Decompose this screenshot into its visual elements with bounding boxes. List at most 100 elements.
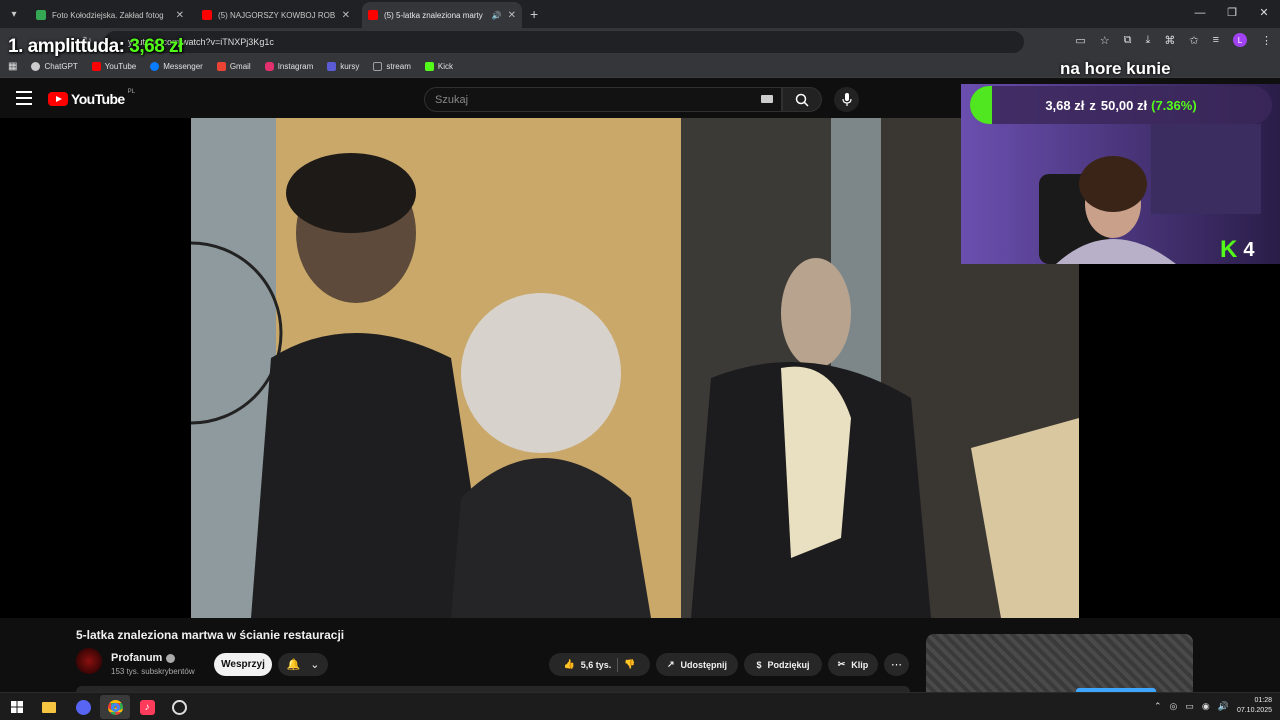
- clock-time: 01:28: [1254, 697, 1272, 704]
- share-icon: ↗: [666, 659, 675, 669]
- video-title: 5-latka znaleziona martwa w ścianie rest…: [76, 628, 345, 642]
- goal-target: 50,00 zł: [1100, 97, 1148, 113]
- profile-avatar[interactable]: L: [1233, 33, 1247, 47]
- thanks-button[interactable]: $ Podziękuj: [744, 653, 822, 676]
- music-icon: ♪: [139, 699, 155, 715]
- notion-icon: [327, 62, 337, 71]
- thanks-icon: $: [756, 659, 762, 670]
- thanks-label: Podziękuj: [767, 659, 810, 670]
- bookmark-kick[interactable]: Kick: [424, 62, 453, 71]
- kick-viewer-count: K 4: [1220, 236, 1254, 264]
- speaker-icon[interactable]: 🔊: [492, 11, 502, 20]
- taskbar-chrome[interactable]: [100, 695, 130, 719]
- browser-toolbar: ▭ ☆ ⧉ ⤓ ⌘ ✩ ≡ L ⋮: [1075, 33, 1272, 47]
- windows-icon: [11, 701, 23, 713]
- bookmark-youtube[interactable]: YouTube: [91, 62, 136, 71]
- verified-icon: [166, 653, 176, 663]
- keyboard-icon[interactable]: [761, 95, 773, 103]
- taskbar-file-explorer[interactable]: [34, 695, 64, 719]
- thumbs-up-icon: 👍: [563, 659, 575, 669]
- maps-icon: [36, 10, 46, 20]
- bookmark-stream[interactable]: stream: [373, 62, 411, 71]
- thumbs-down-icon[interactable]: 👎: [624, 659, 635, 670]
- scissors-icon: ✂: [837, 659, 846, 669]
- windows-taskbar: ♪ ⌃ ◎ ▭ ◉ 🔊 01:28 07.10.2025: [0, 692, 1280, 720]
- download-icon[interactable]: ⤓: [1145, 34, 1150, 47]
- close-icon[interactable]: ✕: [176, 10, 184, 21]
- sidebar-ad[interactable]: [926, 634, 1193, 694]
- search-button[interactable]: [782, 87, 822, 112]
- minimize-button[interactable]: —: [1184, 0, 1216, 28]
- bookmark-instagram[interactable]: Instagram: [264, 62, 313, 71]
- close-window-button[interactable]: ✕: [1248, 0, 1280, 28]
- clip-button[interactable]: ✂ Klip: [828, 653, 878, 676]
- kick-icon: [424, 62, 434, 71]
- menu-icon[interactable]: ⋮: [1261, 34, 1272, 47]
- chevron-up-icon[interactable]: ⌃: [1154, 701, 1162, 712]
- notifications-button[interactable]: 🔔 ⌄: [278, 653, 328, 676]
- restore-button[interactable]: ❐: [1216, 0, 1248, 28]
- more-actions-button[interactable]: ⋯: [884, 653, 909, 676]
- overlay-caption: na hore kunie: [1060, 59, 1171, 78]
- donation-goal-bar: 3,68 zł z 50,00 zł (7.36%): [970, 86, 1272, 124]
- youtube-logo[interactable]: YouTube PL: [48, 89, 135, 107]
- search-icon: [795, 93, 809, 107]
- folder-icon: [373, 62, 383, 71]
- screen: ▾ Foto Kołodziejska. Zakład fotog ✕ (5) …: [0, 0, 1280, 720]
- steam-icon[interactable]: ◎: [1170, 701, 1178, 712]
- volume-icon[interactable]: 🔊: [1218, 701, 1229, 712]
- start-button[interactable]: [2, 695, 32, 719]
- bookmark-gmail[interactable]: Gmail: [216, 62, 251, 71]
- clock[interactable]: 01:28 07.10.2025: [1237, 696, 1272, 716]
- bookmark-chatgpt[interactable]: ChatGPT: [31, 62, 78, 71]
- taskbar-discord[interactable]: [68, 695, 98, 719]
- search-placeholder: Szukaj: [435, 93, 469, 106]
- search-input[interactable]: Szukaj: [424, 87, 782, 112]
- apps-icon[interactable]: ▦: [8, 61, 17, 72]
- viewer-count: 4: [1243, 238, 1255, 261]
- bookmark-star-icon[interactable]: ☆: [1100, 34, 1110, 47]
- tab-kowboj[interactable]: (5) NAJGORSZY KOWBOJ ROB ✕: [196, 2, 356, 28]
- window-controls: — ❐ ✕: [1184, 0, 1280, 28]
- close-icon[interactable]: ✕: [342, 10, 350, 21]
- clip-label: Klip: [851, 659, 869, 670]
- extensions-icon[interactable]: ⧉: [1124, 34, 1132, 47]
- share-button[interactable]: ↗ Udostępnij: [656, 653, 738, 676]
- microphone-icon: [841, 92, 852, 106]
- channel-avatar[interactable]: [76, 648, 102, 674]
- media-control-icon[interactable]: ≡: [1213, 34, 1219, 46]
- system-tray: ⌃ ◎ ▭ ◉ 🔊 01:28 07.10.2025: [1154, 696, 1272, 716]
- hamburger-menu-icon[interactable]: [16, 91, 32, 105]
- tab-5-latka[interactable]: (5) 5-latka znaleziona marty 🔊 ✕: [362, 2, 522, 28]
- network-icon[interactable]: ▭: [1185, 701, 1194, 712]
- donation-leader-text: 1. amplittuda: 3,68 zł: [8, 36, 183, 58]
- bell-icon: 🔔: [286, 659, 301, 671]
- bookmark-messenger[interactable]: Messenger: [150, 62, 203, 71]
- taskbar-obs[interactable]: [164, 695, 194, 719]
- clock-date: 07.10.2025: [1236, 707, 1272, 714]
- like-count: 5,6 tys.: [580, 659, 612, 670]
- translate-icon[interactable]: ⌘: [1164, 34, 1175, 47]
- support-button[interactable]: Wesprzyj: [214, 653, 272, 676]
- tab-foto[interactable]: Foto Kołodziejska. Zakład fotog ✕: [30, 2, 190, 28]
- video-frame[interactable]: [191, 118, 1079, 618]
- address-bar[interactable]: youtube.com/watch?v=iTNXPj3Kg1c: [104, 31, 1024, 53]
- messenger-icon: [150, 62, 160, 71]
- channel-name-link[interactable]: Profanum: [111, 652, 176, 664]
- favorites-icon[interactable]: ✩: [1189, 34, 1198, 47]
- amp-amount: 3,68 zł: [129, 36, 183, 57]
- voice-search-button[interactable]: [834, 87, 859, 112]
- cast-icon[interactable]: ▭: [1075, 34, 1085, 47]
- discord-tray-icon[interactable]: ◉: [1202, 701, 1210, 712]
- taskbar-music[interactable]: ♪: [132, 695, 162, 719]
- bookmark-kursy[interactable]: kursy: [327, 62, 359, 71]
- tab-search-button[interactable]: ▾: [4, 4, 24, 24]
- like-button[interactable]: 👍 5,6 tys.: [564, 659, 612, 670]
- goal-percent: (7.36%): [1151, 97, 1197, 113]
- new-tab-button[interactable]: +: [530, 6, 538, 22]
- tab-title: (5) NAJGORSZY KOWBOJ ROB: [218, 10, 336, 20]
- folder-icon: [42, 701, 56, 713]
- goal-connector: z: [1089, 97, 1096, 113]
- close-icon[interactable]: ✕: [508, 10, 516, 21]
- kick-icon: K: [1220, 236, 1238, 263]
